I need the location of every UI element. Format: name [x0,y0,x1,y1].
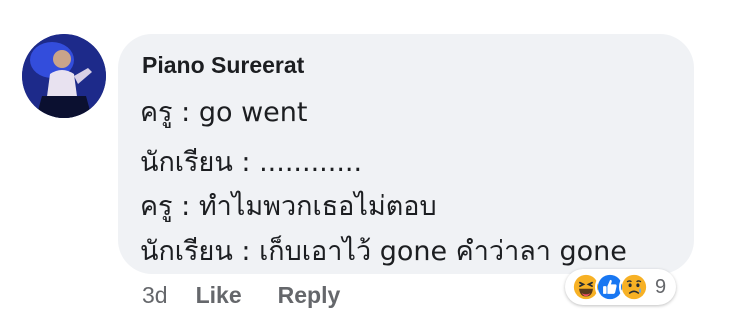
sad-icon [619,272,649,302]
reactions-summary[interactable]: 9 [565,269,677,305]
avatar-image [22,34,106,118]
comment-author[interactable]: Piano Sureerat [142,52,304,79]
reaction-count: 9 [655,275,667,298]
reply-button[interactable]: Reply [278,282,341,309]
comment-line-2: นักเรียน : ............ [140,147,363,178]
comment-line-3: ครู : ทำไมพวกเธอไม่ตอบ [140,191,437,222]
comment: Piano Sureerat ครู : go went นักเรียน : … [0,0,750,336]
avatar[interactable] [22,34,106,118]
comment-actions: 3d Like Reply [142,282,376,309]
like-button[interactable]: Like [196,282,242,309]
comment-line-4: นักเรียน : เก็บเอาไว้ gone คำว่าลา gone [140,236,627,267]
comment-line-1: ครู : go went [140,97,308,128]
timestamp[interactable]: 3d [142,282,168,309]
